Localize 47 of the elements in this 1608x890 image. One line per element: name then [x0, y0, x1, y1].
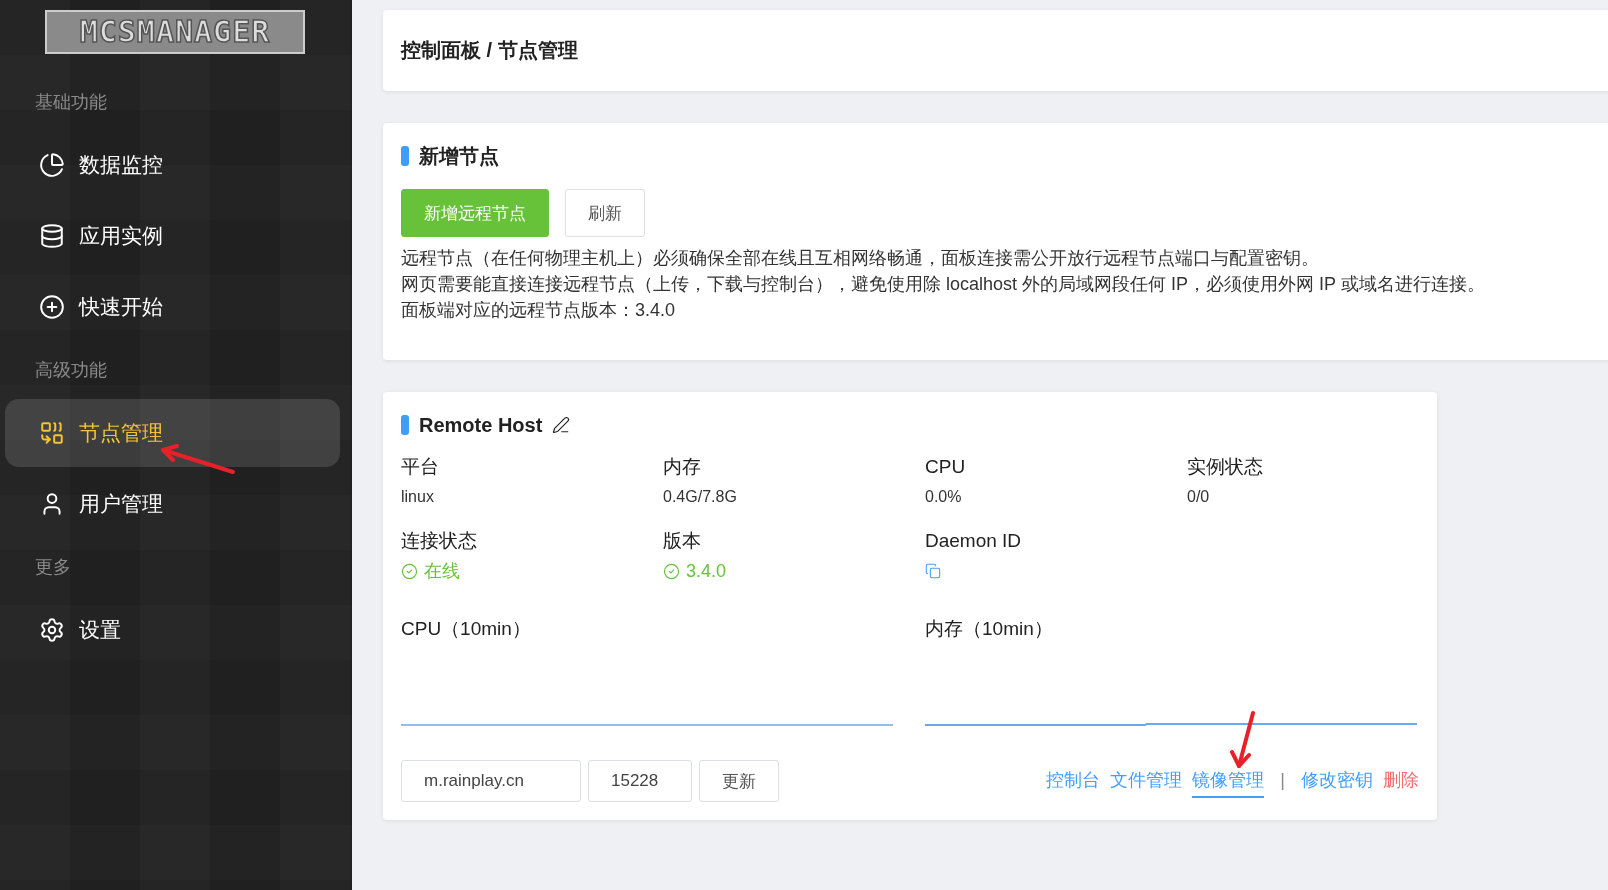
stat-label: 实例状态 — [1187, 455, 1264, 479]
plus-circle-icon — [39, 294, 65, 320]
chart-title: 内存（10min） — [925, 617, 1054, 641]
linked-squares-icon — [39, 420, 65, 446]
stat-label: CPU — [925, 455, 967, 479]
stat-label: 内存 — [663, 455, 702, 479]
stat-label: 版本 — [663, 529, 702, 553]
sidebar-group-title: 更多 — [34, 556, 72, 579]
sidebar-item[interactable]: 节点管理 — [5, 399, 340, 467]
check-circle-icon — [401, 562, 418, 580]
address-field[interactable]: m.rainplay.cn — [401, 760, 581, 802]
stat-label: 平台 — [401, 455, 440, 479]
info-text: 网页需要能直接连接远程节点（上传，下载与控制台），避免使用除 localhost 外的局域网段任何 IP，必须使用外网 IP 或域名进行连接。 — [401, 273, 1486, 296]
stat-value: 0.4G/7.8G — [663, 488, 737, 506]
title-accent-bar — [401, 415, 409, 435]
edit-icon[interactable] — [552, 416, 571, 434]
sidebar-item[interactable]: 快速开始 — [5, 273, 340, 341]
breadcrumb: 控制面板 / 节点管理 — [383, 10, 1608, 91]
port-field[interactable]: 15228 — [588, 760, 692, 802]
status-value: 在线 — [424, 560, 460, 583]
sidebar-group-title: 高级功能 — [34, 359, 108, 382]
sidebar-item[interactable]: 数据监控 — [5, 131, 340, 199]
stat-label: 连接状态 — [401, 529, 478, 553]
check-circle-icon — [663, 562, 680, 580]
update-button[interactable]: 更新 — [699, 760, 779, 802]
stat-value: linux — [401, 488, 434, 506]
pie-chart-icon — [39, 152, 65, 178]
card-title: Remote Host — [419, 413, 543, 437]
sidebar-group-title: 基础功能 — [34, 91, 108, 114]
card-title: 新增节点 — [419, 143, 499, 169]
status-value: 3.4.0 — [686, 560, 727, 582]
stat-label: Daemon ID — [925, 529, 1023, 553]
stat-value: 0/0 — [1187, 488, 1210, 506]
info-text: 面板端对应的远程节点版本：3.4.0 — [401, 299, 677, 322]
refresh-button[interactable]: 刷新 — [565, 189, 645, 237]
sidebar-item[interactable]: 设置 — [5, 596, 340, 664]
stat-value: 0.0% — [925, 488, 962, 506]
chart-title: CPU（10min） — [401, 617, 532, 641]
settings-icon — [39, 617, 65, 643]
sidebar-item[interactable]: 用户管理 — [5, 470, 340, 538]
divider-mark: | — [1280, 768, 1285, 792]
sidebar-item[interactable]: 应用实例 — [5, 202, 340, 270]
info-text: 远程节点（在任何物理主机上）必须确保全部在线且互相网络畅通，面板连接需公开放行远程节点端口与配置密钥。 — [401, 247, 1320, 270]
copy-icon[interactable] — [925, 563, 941, 579]
title-accent-bar — [401, 146, 409, 166]
logo: MCSMANAGER — [45, 10, 305, 54]
database-icon — [39, 223, 65, 249]
